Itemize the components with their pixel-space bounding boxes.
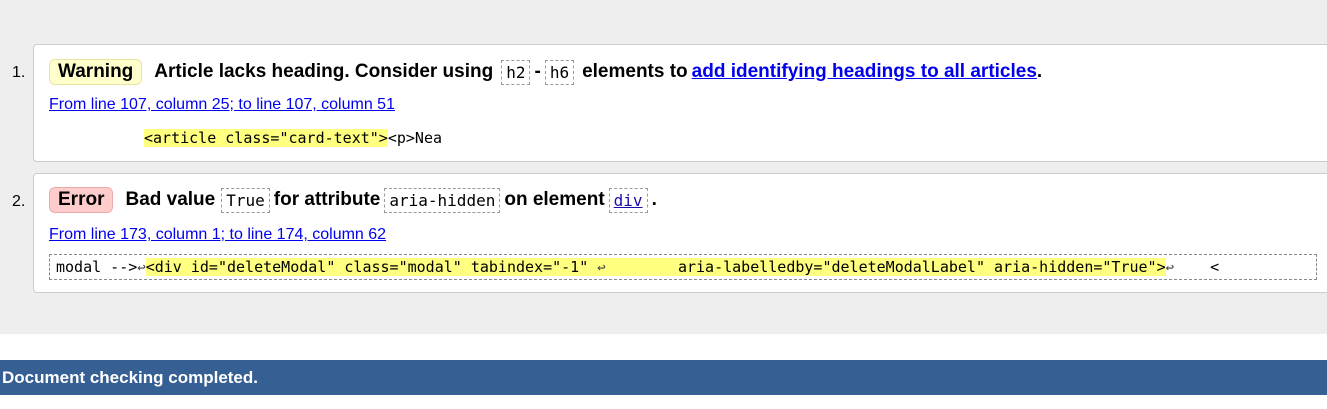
linefeed-icon: ↩: [137, 260, 146, 276]
source-extract: <article class="card-text"><p>Nea: [144, 129, 442, 147]
code-value: True: [221, 187, 270, 213]
code-h6: h6: [544, 59, 575, 85]
error-badge: Error: [49, 187, 114, 213]
message-number: 1.: [12, 64, 26, 81]
message-text: on element: [504, 189, 605, 210]
extract-highlight: <article class="card-text">: [144, 129, 388, 147]
message-headline: Error Bad value True for attribute aria-…: [49, 187, 657, 213]
message-period: .: [1036, 61, 1043, 82]
code-attribute: aria-hidden: [384, 187, 501, 213]
extract-highlight-part: aria-labelledby="deleteModalLabel" aria-…: [605, 258, 1166, 276]
status-footer: Document checking completed.: [0, 360, 1327, 395]
linefeed-icon: ↩: [597, 260, 606, 276]
linefeed-icon: ↩: [1165, 260, 1175, 276]
results-area: 1. Warning Article lacks heading. Consid…: [0, 0, 1327, 334]
location-link[interactable]: From line 173, column 1; to line 174, co…: [49, 226, 386, 244]
location-link[interactable]: From line 107, column 25; to line 107, c…: [49, 96, 395, 114]
message-text: Article lacks heading. Consider using: [154, 61, 494, 82]
extract-highlight: <div id="deleteModal" class="modal" tabi…: [145, 258, 1166, 276]
error-message: Error Bad value True for attribute aria-…: [33, 173, 1327, 293]
message-text: for attribute: [273, 189, 381, 210]
code-h2: h2: [501, 59, 531, 85]
message-text-middle: elements to: [582, 61, 688, 82]
code-element: div: [608, 187, 648, 213]
extract-after: <p>Nea: [387, 129, 443, 147]
headings-help-link[interactable]: add identifying headings to all articles: [692, 61, 1037, 83]
message-period: .: [651, 189, 657, 210]
message-text: Bad value: [125, 189, 216, 210]
element-link[interactable]: div: [614, 191, 643, 210]
dash: -: [534, 61, 541, 82]
extract-before: modal -->: [56, 258, 138, 276]
warning-message: Warning Article lacks heading. Consider …: [33, 44, 1327, 162]
extract-highlight-part: <div id="deleteModal" class="modal" tabi…: [145, 258, 598, 276]
message-number: 2.: [12, 193, 26, 210]
warning-badge: Warning: [49, 59, 143, 85]
extract-after: <: [1174, 258, 1220, 276]
message-headline: Warning Article lacks heading. Consider …: [49, 59, 1042, 85]
source-extract: modal -->↩<div id="deleteModal" class="m…: [49, 254, 1317, 280]
